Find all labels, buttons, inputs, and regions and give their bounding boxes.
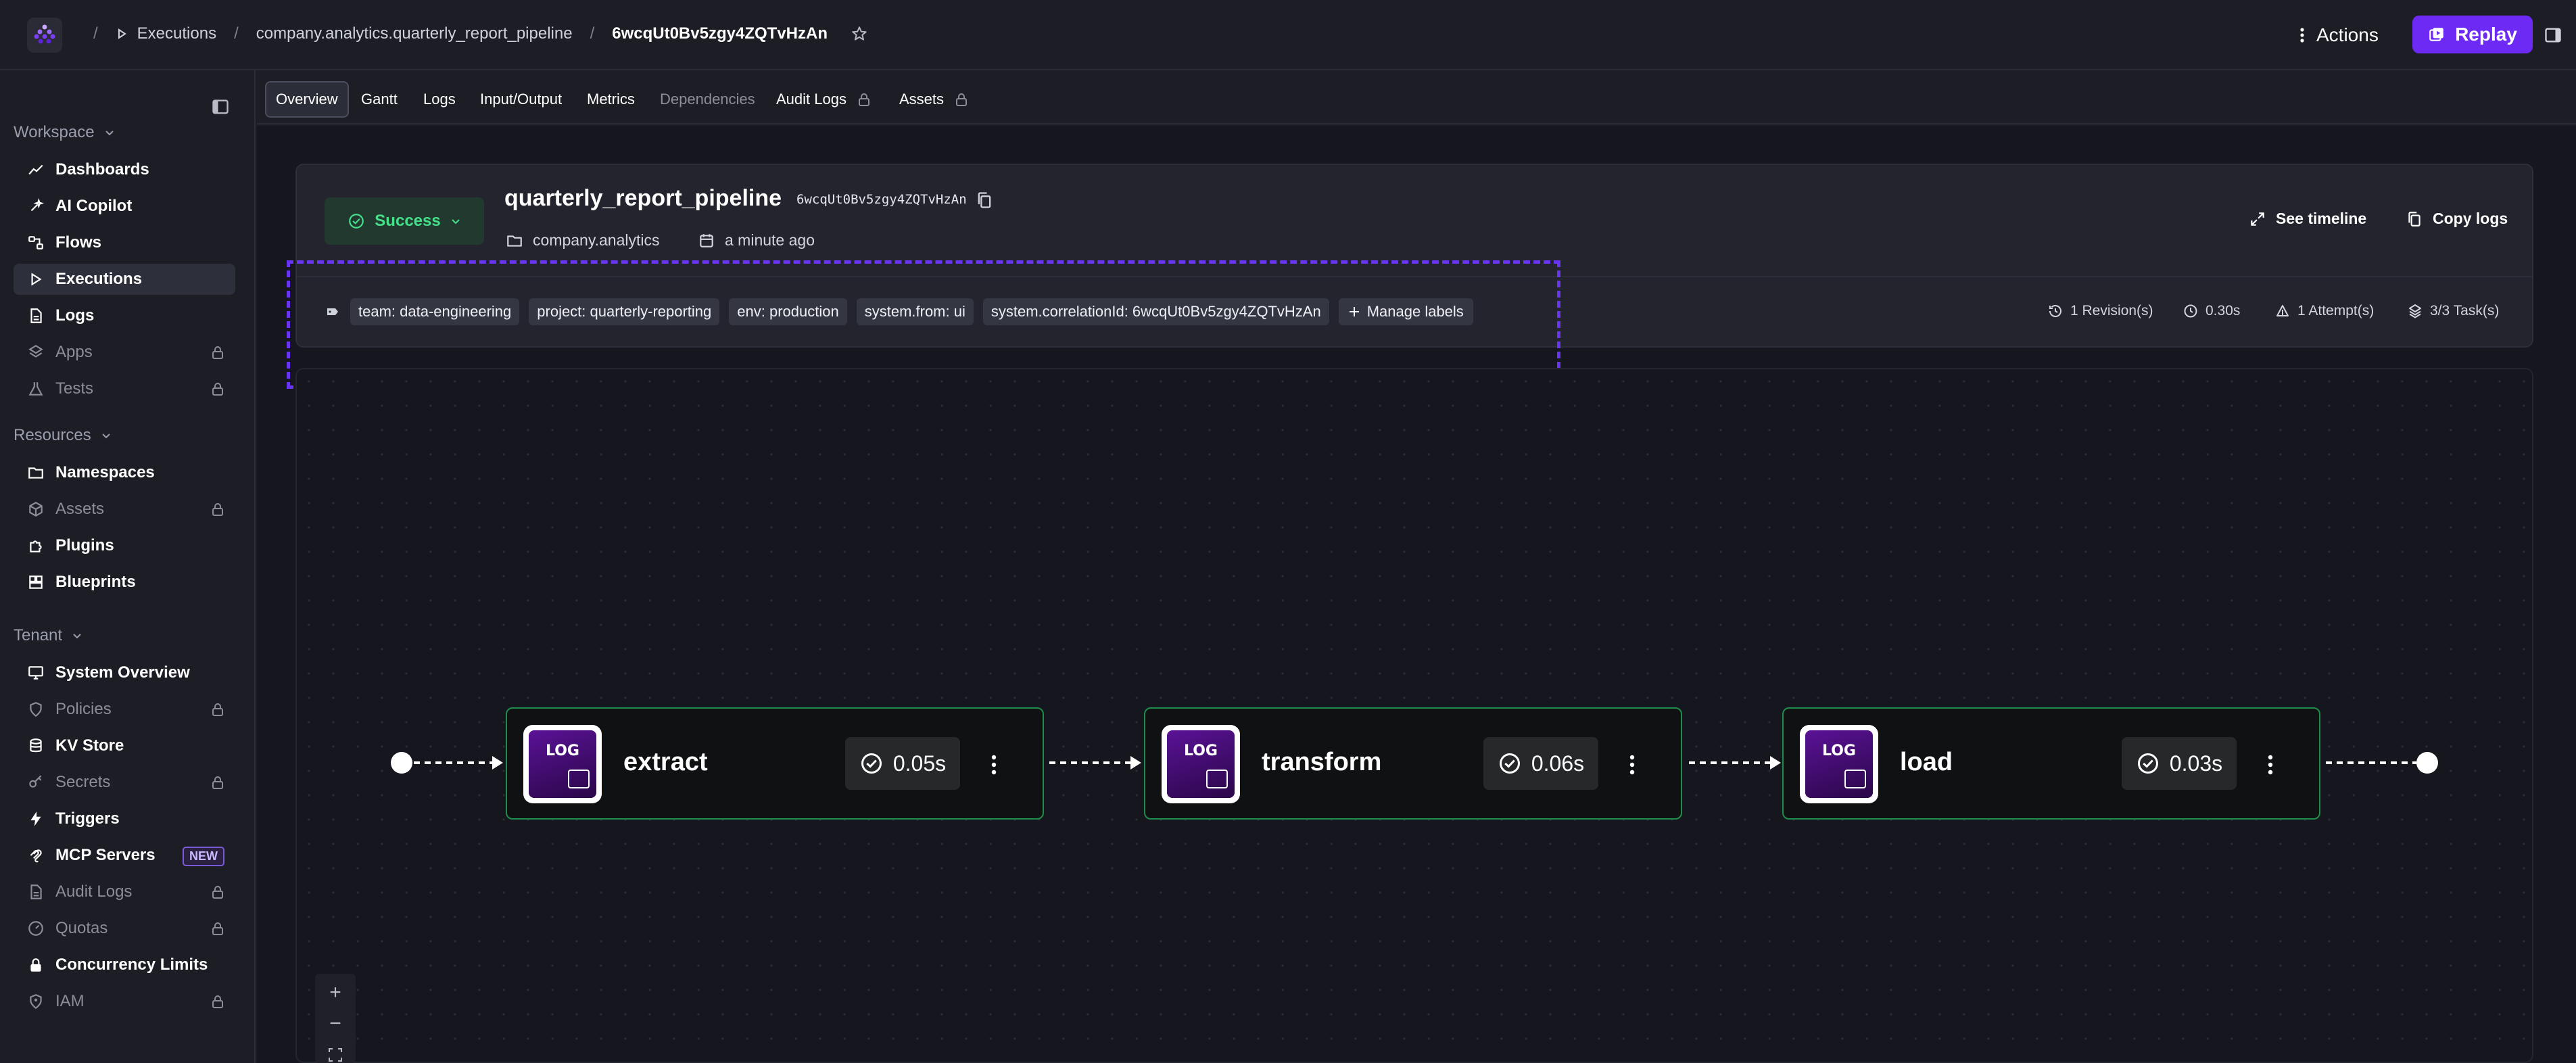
node-icon-label: LOG	[1822, 742, 1856, 759]
check-circle-icon	[1499, 753, 1520, 774]
fit-view-button[interactable]	[315, 1040, 356, 1063]
fit-view-icon	[329, 1048, 342, 1062]
task-node-extract[interactable]: LOG extract 0.05s	[506, 707, 1044, 820]
task-node-load[interactable]: LOG load 0.03s	[1782, 707, 2320, 820]
kebab-icon[interactable]	[1628, 753, 1636, 776]
edge-arrow	[1770, 756, 1781, 770]
node-icon-label: LOG	[546, 742, 579, 759]
node-duration-label: 0.05s	[892, 751, 947, 776]
edge-arrow	[492, 756, 503, 770]
node-duration-label: 0.03s	[2169, 751, 2223, 776]
node-duration-badge: 0.03s	[2122, 737, 2237, 790]
log-task-icon: LOG	[1800, 725, 1878, 803]
check-circle-icon	[861, 753, 882, 774]
task-node-transform[interactable]: LOG transform 0.06s	[1144, 707, 1682, 820]
end-node	[2416, 752, 2438, 774]
zoom-out-button[interactable]: −	[315, 1009, 356, 1039]
start-node	[391, 752, 412, 774]
node-name: load	[1900, 748, 1953, 776]
topology-edges	[391, 752, 2438, 774]
terminal-icon	[1206, 770, 1228, 788]
node-duration-badge: 0.06s	[1483, 737, 1598, 790]
edge-arrow	[1130, 756, 1141, 770]
log-task-icon: LOG	[523, 725, 602, 803]
log-task-icon: LOG	[1162, 725, 1240, 803]
terminal-icon	[568, 770, 590, 788]
kebab-icon[interactable]	[990, 753, 998, 776]
node-name: extract	[623, 748, 708, 776]
node-duration-badge: 0.05s	[845, 737, 960, 790]
terminal-icon	[1844, 770, 1866, 788]
node-duration-label: 0.06s	[1531, 751, 1585, 776]
zoom-in-button[interactable]: +	[315, 978, 356, 1008]
kebab-icon[interactable]	[2266, 753, 2274, 776]
node-name: transform	[1262, 748, 1382, 776]
check-circle-icon	[2137, 753, 2158, 774]
node-icon-label: LOG	[1184, 742, 1218, 759]
zoom-controls: + −	[315, 974, 356, 1063]
